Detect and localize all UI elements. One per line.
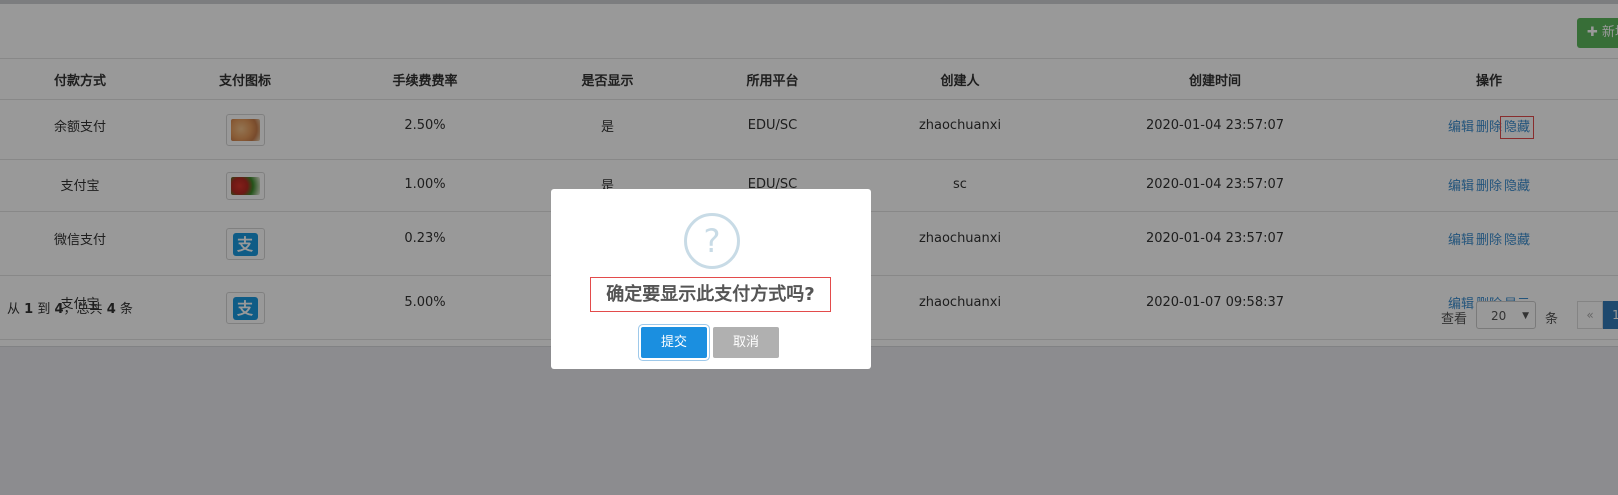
submit-button[interactable]: 提交 xyxy=(641,327,707,358)
cancel-button[interactable]: 取消 xyxy=(713,327,779,358)
question-icon: ? xyxy=(684,213,740,269)
confirm-dialog: ? 确定要显示此支付方式吗? 提交 取消 xyxy=(551,189,871,369)
dialog-message: 确定要显示此支付方式吗? xyxy=(590,277,831,312)
